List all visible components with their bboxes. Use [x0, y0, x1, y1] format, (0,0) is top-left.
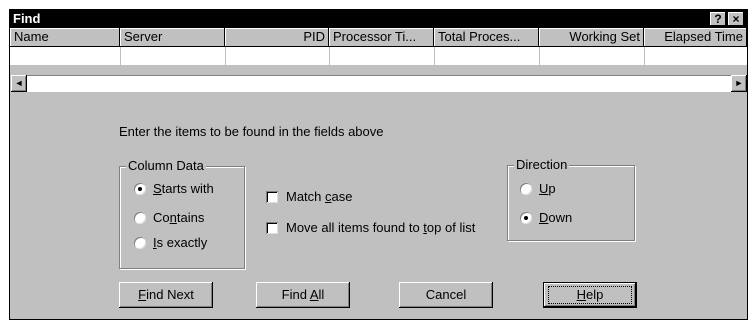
cell-divider [644, 47, 645, 65]
column-header-processor-time[interactable]: Processor Ti... [329, 28, 434, 47]
radio-up[interactable] [520, 183, 532, 195]
move-to-top-label[interactable]: Move all items found to top of list [286, 220, 475, 235]
radio-up-label[interactable]: Up [539, 181, 556, 196]
horizontal-scrollbar[interactable]: ◄ ► [11, 75, 747, 92]
column-data-group: Column Data Starts with Contains Is exac… [119, 158, 245, 269]
scroll-track[interactable] [27, 75, 731, 92]
column-header-name[interactable]: Name [10, 28, 120, 47]
cell-divider [539, 47, 540, 65]
radio-is-exactly-label[interactable]: Is exactly [153, 235, 207, 250]
column-header-working-set[interactable]: Working Set [539, 28, 644, 47]
cell-divider [120, 47, 121, 65]
match-case-checkbox[interactable] [266, 191, 278, 203]
column-header-pid[interactable]: PID [225, 28, 329, 47]
radio-contains[interactable] [134, 212, 146, 224]
column-header-server[interactable]: Server [120, 28, 225, 47]
column-data-title: Column Data [126, 158, 206, 173]
column-header-row: Name Server PID Processor Ti... Total Pr… [10, 28, 747, 47]
help-button[interactable]: Help [543, 282, 637, 308]
radio-is-exactly[interactable] [134, 237, 146, 249]
focus-rectangle [548, 286, 632, 304]
cell-divider [225, 47, 226, 65]
cell-divider [434, 47, 435, 65]
radio-contains-label[interactable]: Contains [153, 210, 204, 225]
find-next-button[interactable]: Find Next [119, 282, 213, 308]
radio-selected-dot [524, 216, 528, 220]
radio-selected-dot [138, 187, 142, 191]
cell-divider [329, 47, 330, 65]
direction-group: Direction Up Down [507, 157, 635, 241]
window-title: Find [13, 11, 41, 26]
find-dialog: Find ? × Name Server PID Processor Ti...… [9, 9, 748, 320]
direction-title: Direction [514, 157, 570, 172]
move-to-top-checkbox[interactable] [266, 222, 278, 234]
scroll-left-icon[interactable]: ◄ [11, 75, 27, 92]
title-bar: Find ? × [10, 10, 747, 28]
find-all-button[interactable]: Find All [256, 282, 350, 308]
scroll-right-icon[interactable]: ► [731, 75, 747, 92]
help-icon[interactable]: ? [710, 12, 726, 26]
instructions-text: Enter the items to be found in the field… [119, 124, 384, 139]
search-fields-row[interactable] [10, 47, 747, 65]
radio-down-label[interactable]: Down [539, 210, 572, 225]
close-icon[interactable]: × [728, 12, 744, 26]
radio-down[interactable] [520, 212, 532, 224]
column-header-total-processor[interactable]: Total Proces... [434, 28, 539, 47]
cancel-button[interactable]: Cancel [399, 282, 493, 308]
radio-starts-with[interactable] [134, 183, 146, 195]
column-header-elapsed-time[interactable]: Elapsed Time [644, 28, 747, 47]
match-case-label[interactable]: Match case [286, 189, 352, 204]
radio-starts-with-label[interactable]: Starts with [153, 181, 214, 196]
